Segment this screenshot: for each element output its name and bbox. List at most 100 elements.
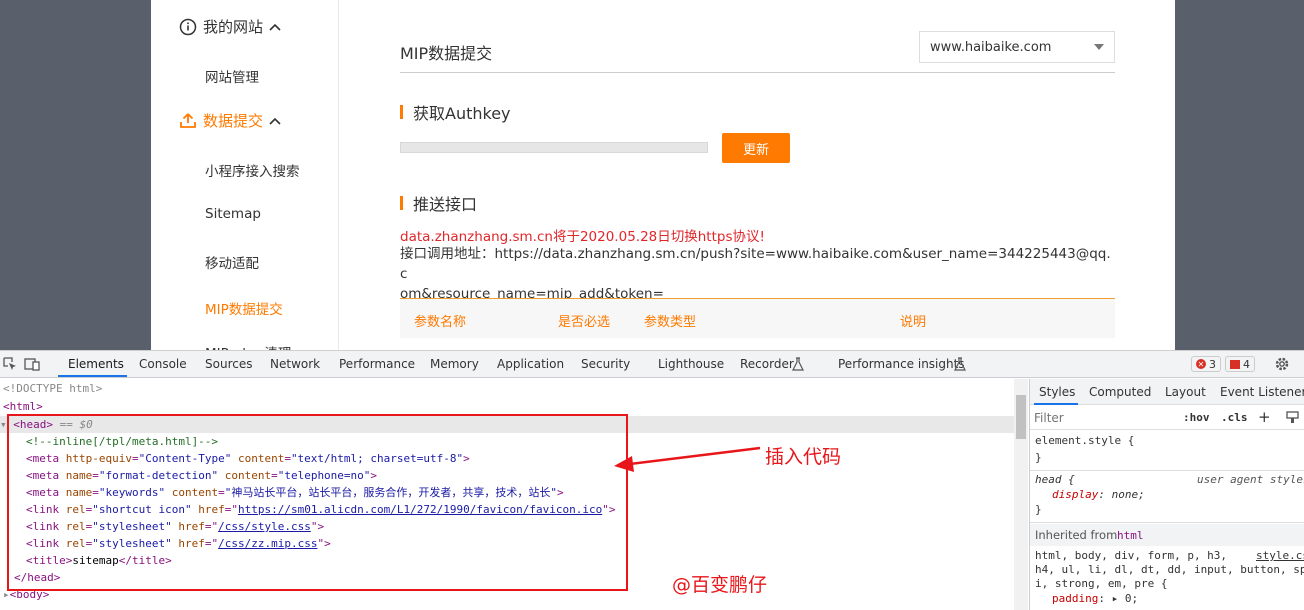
upload-icon (180, 112, 196, 128)
https-notice: data.zhanzhang.sm.cn将于2020.05.28日切换https… (400, 229, 765, 245)
column-header: 参数类型 (644, 315, 697, 330)
sidebar: 我的网站 网站管理 数据提交 小程序接入搜索 Sitemap 移动适配 MIP数… (151, 0, 339, 350)
hov-toggle[interactable]: :hov (1183, 411, 1210, 424)
source-link[interactable]: style.css (1256, 549, 1304, 562)
code-text: html, body, div, form, p, h3, (1035, 549, 1228, 562)
tab-elements[interactable]: Elements (68, 357, 124, 371)
tab-memory[interactable]: Memory (430, 357, 479, 371)
tab-sources[interactable]: Sources (205, 357, 252, 371)
chevron-up-icon (269, 117, 281, 125)
section-marker (400, 105, 403, 119)
scrollbar-thumb[interactable] (1016, 395, 1026, 439)
sidebar-group-my-sites[interactable]: 我的网站 (179, 16, 281, 37)
content-card: 我的网站 网站管理 数据提交 小程序接入搜索 Sitemap 移动适配 MIP数… (151, 0, 1175, 350)
active-tab-indicator (1034, 403, 1078, 405)
sidebar-group-label: 数据提交 (203, 112, 264, 130)
chevron-up-icon (269, 23, 281, 31)
code-text: element.style { (1035, 434, 1135, 447)
error-icon: ✕ (1196, 359, 1206, 369)
column-header: 说明 (900, 315, 927, 330)
site-select-value: www.haibaike.com (930, 39, 1052, 55)
styles-pane: Styles Computed Layout Event Listeners :… (1029, 379, 1304, 610)
api-line: 接口调用地址：https://data.zhanzhang.sm.cn/push… (400, 246, 1111, 282)
sidebar-group-label: 我的网站 (203, 18, 264, 36)
sidebar-group-data-submit[interactable]: 数据提交 (179, 110, 281, 131)
gear-icon[interactable] (1274, 356, 1290, 372)
code-text: Inherited from (1035, 528, 1118, 542)
tab-security[interactable]: Security (581, 357, 630, 371)
element-style-rule: element.style { } (1030, 431, 1304, 471)
error-count: 3 (1209, 357, 1216, 371)
code-text: <!DOCTYPE html> (3, 382, 103, 395)
code-text: padding (1052, 592, 1099, 605)
tab-computed[interactable]: Computed (1089, 385, 1151, 399)
styles-filter-bar: :hov .cls + (1030, 406, 1304, 430)
site-select[interactable]: www.haibaike.com (919, 31, 1115, 63)
code-text: user agent styles (1197, 473, 1304, 486)
tab-styles[interactable]: Styles (1039, 385, 1075, 399)
inherited-header: Inherited from html (1030, 524, 1304, 546)
head-rule: head { user agent styles display: none; … (1030, 471, 1304, 523)
info-icon (179, 18, 197, 35)
paint-icon[interactable] (1286, 411, 1299, 424)
styles-filter-input[interactable] (1034, 409, 1172, 427)
warning-count-badge[interactable]: 4 (1225, 356, 1255, 372)
section-title: 获取Authkey (413, 104, 511, 123)
divider (400, 72, 1115, 73)
doctype-node[interactable]: <!DOCTYPE html> (3, 380, 1014, 397)
sidebar-item-site-management[interactable]: 网站管理 (205, 66, 259, 86)
code-text: 0; (1124, 592, 1139, 605)
tab-lighthouse[interactable]: Lighthouse (658, 357, 724, 371)
highlight-box (7, 414, 628, 591)
watermark: @百变鹏仔 (672, 574, 768, 596)
code-text: h4, ul, li, dl, dt, dd, input, button, s… (1035, 563, 1304, 576)
sidebar-item-mobile-adapt[interactable]: 移动适配 (205, 252, 259, 272)
tab-event-listeners[interactable]: Event Listeners (1220, 385, 1304, 399)
column-header: 是否必选 (558, 315, 611, 330)
elements-scrollbar[interactable] (1014, 379, 1028, 610)
sidebar-item-miniprogram[interactable]: 小程序接入搜索 (205, 160, 300, 180)
device-toolbar-icon[interactable] (24, 356, 40, 372)
html-node[interactable]: <html> (3, 398, 1014, 415)
warning-count: 4 (1243, 357, 1250, 371)
new-rule-icon[interactable]: + (1258, 408, 1271, 426)
sidebar-item-sitemap[interactable]: Sitemap (205, 206, 261, 222)
tab-performance-insights[interactable]: Performance insights (838, 357, 965, 371)
main-content: MIP数据提交 www.haibaike.com 获取Authkey 更新 推送… (400, 0, 1115, 350)
cls-toggle[interactable]: .cls (1221, 411, 1248, 424)
api-address: 接口调用地址：https://data.zhanzhang.sm.cn/push… (400, 244, 1115, 304)
section-marker (400, 196, 403, 210)
code-text: <html> (3, 400, 43, 413)
inspect-element-icon[interactable] (2, 356, 18, 372)
inherited-rule: html, body, div, form, p, h3, style.css … (1030, 546, 1304, 610)
annotation-label: 插入代码 (765, 446, 842, 468)
sidebar-item-mip-submit[interactable]: MIP数据提交 (205, 298, 283, 318)
sidebar-item-mip-clean[interactable]: MIP…h…清理 (205, 342, 291, 350)
section-authkey: 获取Authkey (400, 100, 511, 124)
authkey-field[interactable] (400, 142, 708, 153)
inherited-tag-link[interactable]: html (1117, 529, 1144, 542)
tab-network[interactable]: Network (270, 357, 320, 371)
code-text: } (1035, 503, 1042, 516)
active-tab-indicator (58, 375, 127, 377)
tab-recorder[interactable]: Recorder (740, 357, 794, 371)
code-text: i, strong, em, pre { (1035, 577, 1168, 590)
tab-console[interactable]: Console (139, 357, 187, 371)
issue-icon (1230, 359, 1240, 369)
update-button[interactable]: 更新 (722, 133, 790, 163)
tab-application[interactable]: Application (497, 357, 564, 371)
params-table-header: 参数名称 是否必选 参数类型 说明 (400, 298, 1115, 338)
devtools-tabbar: Elements Console Sources Network Perform… (0, 351, 1304, 378)
code-text: none; (1111, 488, 1145, 501)
flask-icon (954, 357, 966, 371)
error-count-badge[interactable]: ✕ 3 (1191, 356, 1221, 372)
column-header: 参数名称 (414, 315, 467, 330)
tab-performance[interactable]: Performance (339, 357, 415, 371)
section-push-api: 推送接口 (400, 191, 477, 215)
caret-down-icon (1094, 44, 1104, 50)
page-background: 我的网站 网站管理 数据提交 小程序接入搜索 Sitemap 移动适配 MIP数… (0, 0, 1304, 350)
tab-layout[interactable]: Layout (1165, 385, 1206, 399)
code-text: head { (1035, 473, 1075, 486)
flask-icon (792, 357, 804, 371)
styles-tabbar: Styles Computed Layout Event Listeners (1030, 379, 1304, 405)
